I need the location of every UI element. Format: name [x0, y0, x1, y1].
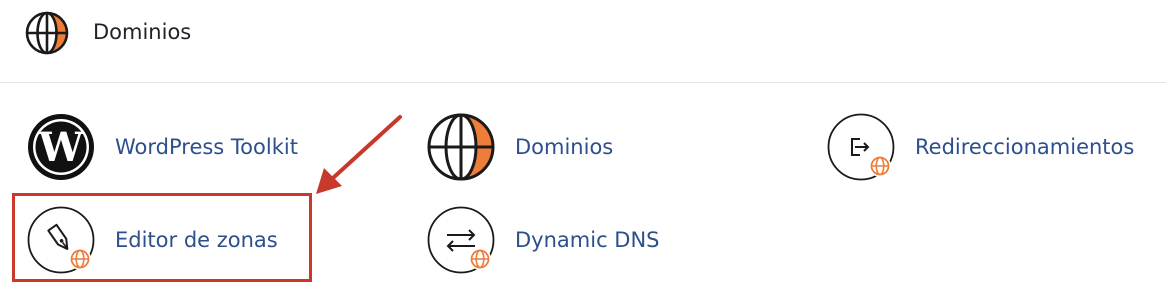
tool-label: WordPress Toolkit [115, 135, 298, 159]
svg-text:W: W [38, 124, 85, 171]
section-header: Dominios [0, 0, 1166, 83]
section-title: Dominios [93, 20, 192, 44]
tool-label: Dynamic DNS [515, 228, 660, 252]
swap-arrows-globe-icon [426, 205, 496, 275]
tool-label: Editor de zonas [115, 228, 278, 252]
redirect-globe-icon [826, 112, 896, 182]
wordpress-icon: W [26, 112, 96, 182]
globe-icon [426, 112, 496, 182]
globe-icon [25, 11, 69, 55]
tool-label: Redireccionamientos [915, 135, 1135, 159]
tool-redireccionamientos[interactable]: Redireccionamientos [826, 110, 1134, 184]
tool-dominios[interactable]: Dominios [426, 110, 613, 184]
pen-globe-icon [26, 205, 96, 275]
tool-editor-de-zonas[interactable]: Editor de zonas [26, 203, 278, 277]
tool-label: Dominios [515, 135, 614, 159]
tool-dynamic-dns[interactable]: Dynamic DNS [426, 203, 660, 277]
tool-wordpress-toolkit[interactable]: W WordPress Toolkit [26, 110, 298, 184]
